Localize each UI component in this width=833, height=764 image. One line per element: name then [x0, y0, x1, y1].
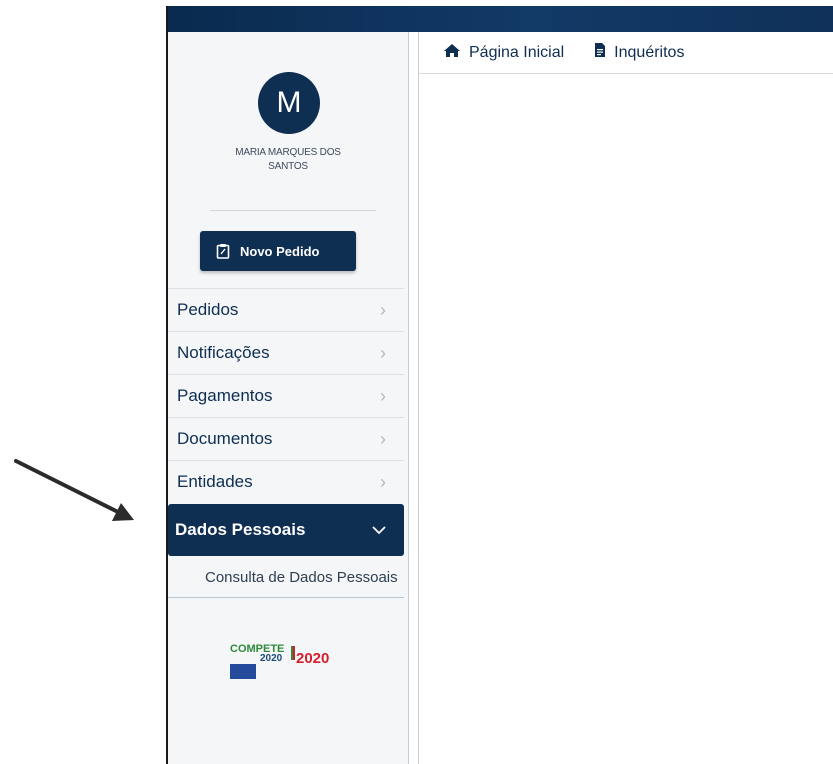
chevron-right-icon: › [380, 471, 386, 492]
new-request-label: Novo Pedido [240, 243, 320, 259]
nav-link-label: Página Inicial [469, 43, 565, 61]
chevron-right-icon: › [380, 385, 386, 406]
sidebar-item-pedidos[interactable]: Pedidos › [168, 288, 404, 331]
chevron-right-icon: › [380, 342, 386, 363]
submenu-item-consulta[interactable]: Consulta de Dados Pessoais [205, 568, 404, 587]
avatar-initial: M [276, 86, 302, 119]
clipboard-icon [216, 243, 230, 259]
nav-link-inqueritos[interactable]: Inquéritos [594, 42, 684, 63]
compete-logo-year: 2020 [260, 653, 283, 664]
portugal-flag-icon [291, 646, 295, 660]
sidebar: M MARIA MARQUES DOS SANTOS Novo Pedido P… [168, 32, 409, 764]
document-icon [594, 42, 606, 63]
compete-logo: COMPETE 2020 [230, 644, 284, 664]
avatar: M [258, 72, 320, 134]
sidebar-item-pagamentos[interactable]: Pagamentos › [168, 374, 404, 417]
funding-logos: COMPETE 2020 2020 [228, 632, 348, 692]
sidebar-menu: Pedidos › Notificações › Pagamentos › Do… [168, 288, 404, 598]
user-name: MARIA MARQUES DOS SANTOS [235, 147, 341, 172]
sidebar-item-entidades[interactable]: Entidades › [168, 460, 404, 503]
submenu-dados-pessoais: Consulta de Dados Pessoais [168, 556, 404, 598]
top-bar [167, 6, 833, 32]
chevron-right-icon: › [380, 428, 386, 449]
chevron-right-icon: › [380, 299, 386, 320]
divider [210, 210, 376, 211]
eu-flag-icon [230, 664, 256, 679]
nav-link-label: Inquéritos [614, 43, 685, 61]
nav-link-home[interactable]: Página Inicial [443, 43, 564, 63]
main-content: Página Inicial Inquéritos [418, 32, 833, 764]
sidebar-item-label: Dados Pessoais [175, 520, 306, 539]
sidebar-item-notificacoes[interactable]: Notificações › [168, 331, 404, 374]
chevron-down-icon [372, 520, 386, 540]
home-icon [443, 43, 461, 63]
sidebar-item-label: Pagamentos [177, 386, 273, 405]
new-request-button[interactable]: Novo Pedido [200, 231, 356, 271]
sidebar-item-dados-pessoais[interactable]: Dados Pessoais [168, 504, 404, 556]
sidebar-item-documentos[interactable]: Documentos › [168, 417, 404, 460]
sidebar-item-label: Documentos [177, 429, 273, 448]
sidebar-item-label: Pedidos [177, 300, 239, 319]
sidebar-item-label: Notificações [177, 343, 270, 362]
top-nav: Página Inicial Inquéritos [419, 32, 833, 74]
annotation-arrow-icon [14, 459, 134, 521]
sidebar-item-label: Entidades [177, 472, 253, 491]
portugal-2020-logo: 2020 [296, 650, 330, 667]
